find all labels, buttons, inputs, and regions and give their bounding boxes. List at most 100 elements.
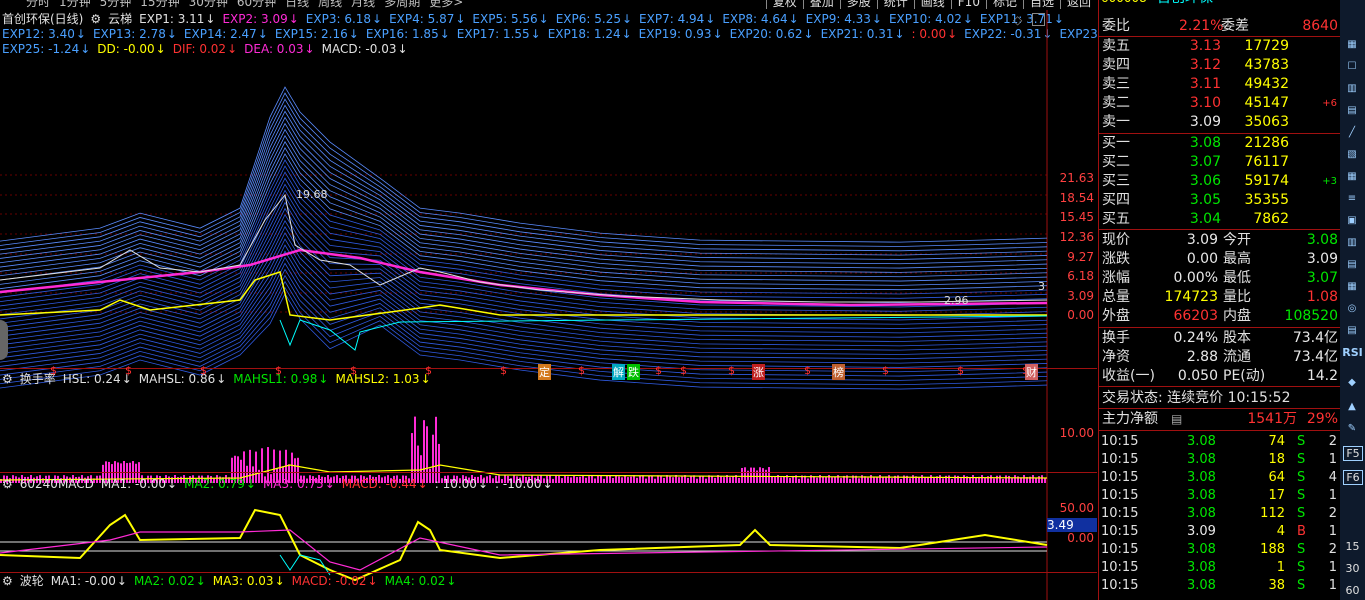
stat-label: 收益(一) (1102, 368, 1155, 384)
table-icon[interactable]: ▤ (1342, 102, 1362, 120)
turnover-bar (900, 478, 902, 483)
order-book-price: 3.10 (1189, 95, 1221, 111)
window-icon[interactable]: ☐ (1342, 58, 1362, 76)
stat-label: 量比 (1223, 289, 1251, 305)
f10-icon[interactable]: ▣ (1342, 212, 1362, 230)
data-icon[interactable]: ▥ (1342, 234, 1362, 252)
indicator-value: MACD: -0.02 (291, 574, 367, 588)
bars-icon[interactable]: ▧ (1342, 146, 1362, 164)
event-marker[interactable]: $ (500, 364, 507, 377)
event-marker[interactable]: 榜 (832, 364, 845, 380)
period-tab[interactable]: 30分钟 (189, 0, 228, 9)
turnover-bar (1014, 475, 1016, 483)
period-tab[interactable]: 月线 (351, 0, 375, 9)
event-marker[interactable]: 跌 (627, 364, 640, 380)
candle-icon[interactable]: ▦ (1342, 168, 1362, 186)
event-marker[interactable]: $ (50, 364, 57, 377)
toolbar-button[interactable]: 复权 (765, 0, 803, 9)
side-toolbar-button[interactable]: F6 (1343, 470, 1363, 485)
period-tab[interactable]: 5分钟 (100, 0, 132, 9)
event-marker[interactable]: $ (804, 364, 811, 377)
event-marker[interactable]: 定 (538, 364, 551, 380)
turnover-bar (612, 478, 614, 483)
up-icon[interactable]: ▲ (1342, 398, 1362, 416)
toolbar-button[interactable]: 返回 (1059, 0, 1097, 9)
side-toolbar-button[interactable]: 30 (1340, 562, 1365, 575)
event-marker[interactable]: $ (125, 364, 132, 377)
period-tab[interactable]: 15分钟 (140, 0, 179, 9)
toolbar-button[interactable]: 统计 (876, 0, 914, 9)
period-tab[interactable]: 分时 (26, 0, 50, 9)
stat-row: 现价 3.09 今开 3.08 (1099, 231, 1341, 250)
event-marker[interactable]: $ (882, 364, 889, 377)
detail-icon[interactable]: ≡ (1342, 190, 1362, 208)
report-icon[interactable]: ▤ (1342, 322, 1362, 340)
toolbar-button[interactable]: 标记 (985, 0, 1023, 9)
toolbar-button[interactable]: 自选 (1022, 0, 1060, 9)
period-tab[interactable]: 周线 (318, 0, 342, 9)
order-book-row[interactable]: 买四 3.05 35355 (1099, 191, 1341, 210)
event-marker[interactable]: $ (655, 364, 662, 377)
order-book-row[interactable]: 卖二 3.10 45147 +6 (1099, 94, 1341, 113)
event-marker[interactable]: $ (728, 364, 735, 377)
period-tab[interactable]: 60分钟 (237, 0, 276, 9)
turnover-bar (696, 478, 698, 483)
kline-chart-area[interactable]: 首创环保(日线) ⚙ 云梯 EXP1: 3.11↓ EXP2: 3.09↓ EXP3: 6… (0, 10, 1243, 600)
period-tab[interactable]: 多周期 (384, 0, 420, 9)
collapse-handle[interactable] (0, 320, 8, 360)
event-marker[interactable]: 涨 (752, 364, 765, 380)
event-marker[interactable]: $ (680, 364, 687, 377)
order-book-row[interactable]: 买五 3.04 7862 (1099, 210, 1341, 229)
side-toolbar-button[interactable]: F5 (1343, 446, 1363, 461)
event-marker[interactable]: $ (425, 364, 432, 377)
side-toolbar: ▦ ☐ ▥ ▤ ╱ ▧ ▦ ≡ ▣ ▥ ▤ ▦ ◎ ▤ RSI ◆ ▲ ✎ F5 F6 15 30 60 (1340, 0, 1365, 600)
side-toolbar-button[interactable]: 15 (1340, 540, 1365, 553)
list-icon[interactable]: ▤ (1171, 410, 1182, 429)
trend-icon[interactable]: ╱ (1342, 124, 1362, 142)
order-book-row[interactable]: 买二 3.07 76117 (1099, 153, 1341, 172)
period-tab[interactable]: 更多> (429, 0, 463, 9)
period-tab[interactable]: 日线 (285, 0, 309, 9)
toolbar-button[interactable]: 画线 (913, 0, 951, 9)
finance-icon[interactable]: ▤ (1342, 256, 1362, 274)
side-toolbar-button[interactable]: 60 (1340, 584, 1365, 597)
event-marker[interactable]: 财 (1025, 364, 1038, 380)
cloud-band (0, 104, 1048, 256)
turnover-bar (603, 478, 605, 483)
order-book-change: +3 (1322, 176, 1337, 187)
order-book-row[interactable]: 卖四 3.12 43783 (1099, 56, 1341, 75)
pencil-icon[interactable]: ✎ (1342, 420, 1362, 438)
y-axis-tick: 12.36 (1059, 230, 1094, 244)
move-icon[interactable]: ◆ (1342, 374, 1362, 392)
order-book-row[interactable]: 卖三 3.11 49432 (1099, 75, 1341, 94)
order-book-row[interactable]: 买一 3.08 21286 (1099, 134, 1341, 153)
event-marker[interactable]: $ (578, 364, 585, 377)
chart-canvas[interactable] (0, 10, 1097, 600)
event-marker[interactable]: $ (350, 364, 357, 377)
rsi-button[interactable]: RSI (1340, 346, 1365, 359)
f12-icon[interactable]: ▦ (1342, 278, 1362, 296)
turnover-bar (609, 475, 611, 483)
toolbar-button[interactable]: F10 (950, 0, 986, 9)
tick-volume: 38 (1268, 578, 1285, 593)
order-book-row[interactable]: 卖五 3.13 17729 (1099, 37, 1341, 56)
target-icon[interactable]: ◎ (1342, 300, 1362, 318)
main-flow-row[interactable]: 主力净额 ▤ 1541万 29% (1099, 410, 1341, 429)
event-marker[interactable]: $ (957, 364, 964, 377)
turnover-bar (798, 478, 800, 483)
toolbar-button[interactable]: 叠加 (802, 0, 840, 9)
list-icon[interactable]: ▥ (1342, 80, 1362, 98)
tick-row: 10:15 3.08 112 S 2 (1099, 505, 1341, 523)
low-price-label: 2.96 (944, 294, 969, 307)
turnover-bar (771, 476, 773, 483)
grid-icon[interactable]: ▦ (1342, 36, 1362, 54)
toolbar-button[interactable]: 多股 (839, 0, 877, 9)
event-marker[interactable]: $ (275, 364, 282, 377)
event-marker[interactable]: 解 (612, 364, 625, 380)
order-book-row[interactable]: 买三 3.06 59174 +3 (1099, 172, 1341, 191)
period-tab[interactable]: 1分钟 (59, 0, 91, 9)
event-marker[interactable]: $ (200, 364, 207, 377)
stock-name: 首创环保 (1157, 0, 1213, 8)
order-book-row[interactable]: 卖一 3.09 35063 (1099, 113, 1341, 132)
turnover-bar (969, 477, 971, 483)
